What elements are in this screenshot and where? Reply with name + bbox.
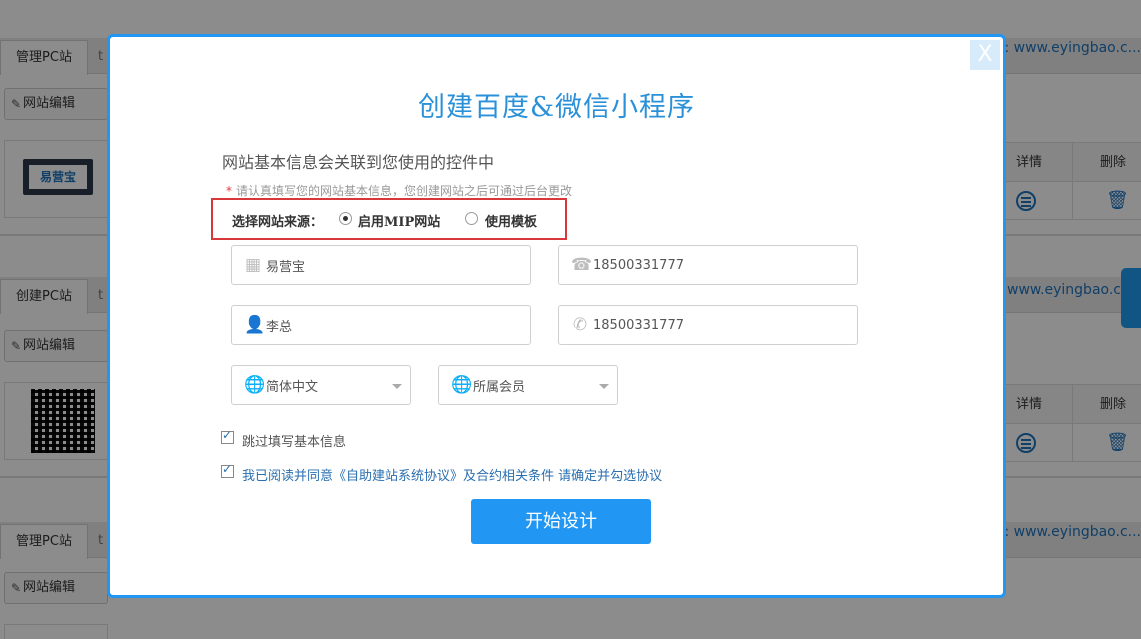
skip-info-label[interactable]: 跳过填写基本信息 <box>242 431 346 450</box>
agree-terms-label[interactable]: 我已阅读并同意《自助建站系统协议》及合约相关条件 请确定并勾选协议 <box>242 465 662 484</box>
language-select[interactable]: 🌐 <box>231 365 411 405</box>
member-select-value[interactable] <box>473 366 587 404</box>
language-select-value[interactable] <box>266 366 380 404</box>
member-select[interactable]: 🌐 <box>438 365 618 405</box>
contact-field[interactable]: 👤 <box>231 305 531 345</box>
company-name-field[interactable]: ▦ <box>231 245 531 285</box>
chevron-down-icon <box>392 384 402 389</box>
mobile-input[interactable] <box>593 306 847 344</box>
phone-input[interactable] <box>593 246 847 284</box>
radio-mip-site[interactable] <box>339 212 352 225</box>
telephone-icon: ☎ <box>571 255 593 275</box>
phone-field[interactable]: ☎ <box>558 245 858 285</box>
contact-input[interactable] <box>266 306 520 344</box>
notice-text: * 请认真填写您的网站基本信息，您创建网站之后可通过后台更改 <box>226 182 572 199</box>
required-star: * <box>226 184 232 198</box>
site-source-label: 选择网站来源： <box>232 215 324 230</box>
globe-icon: 🌐 <box>244 375 266 395</box>
company-name-input[interactable] <box>266 246 520 284</box>
dialog-title: 创建百度&微信小程序 <box>417 92 696 123</box>
create-miniprogram-dialog: X 创建百度&微信小程序 网站基本信息会关联到您使用的控件中 * 请认真填写您的网… <box>107 34 1006 598</box>
globe-icon: 🌐 <box>451 375 473 395</box>
agree-terms-checkbox[interactable] <box>221 462 234 478</box>
radio-use-template[interactable] <box>465 212 478 225</box>
start-design-button[interactable]: 开始设计 <box>471 499 651 544</box>
handset-icon: ✆ <box>572 315 588 335</box>
skip-info-checkbox[interactable] <box>221 428 234 444</box>
notice-message: 请认真填写您的网站基本信息，您创建网站之后可通过后台更改 <box>236 184 573 198</box>
close-button[interactable]: X <box>970 40 1000 70</box>
building-icon: ▦ <box>244 255 262 275</box>
site-source-selector: 选择网站来源： 启用MIP网站 使用模板 <box>211 198 567 240</box>
user-icon: 👤 <box>244 315 266 335</box>
dialog-subtitle: 网站基本信息会关联到您使用的控件中 <box>222 153 495 172</box>
chevron-down-icon <box>599 384 609 389</box>
radio-use-template-label[interactable]: 使用模板 <box>485 211 537 230</box>
radio-mip-site-label[interactable]: 启用MIP网站 <box>358 211 440 230</box>
mobile-field[interactable]: ✆ <box>558 305 858 345</box>
